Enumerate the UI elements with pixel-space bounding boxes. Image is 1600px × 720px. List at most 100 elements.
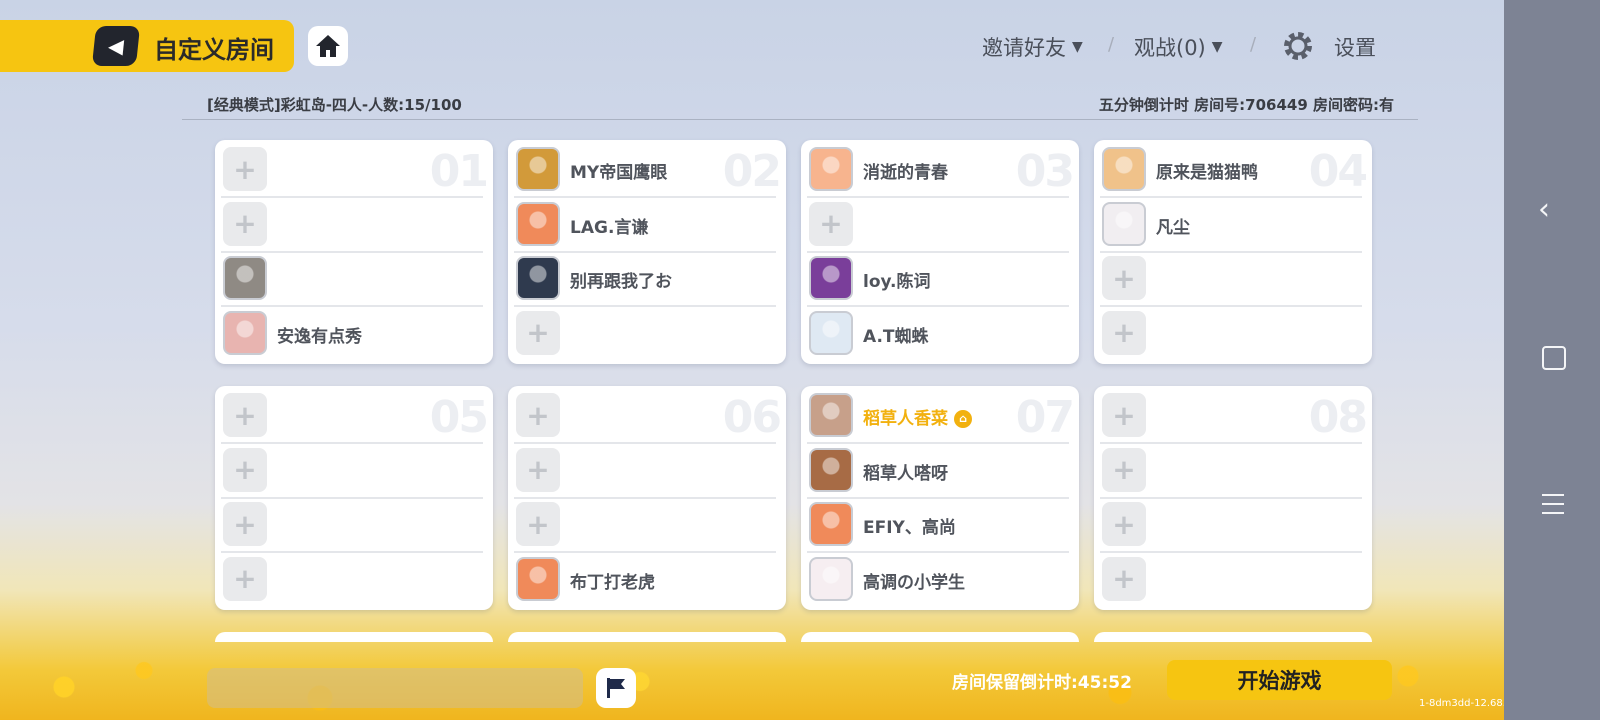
player-slot[interactable]: 原来是猫猫鸭 [1100,142,1362,198]
player-name: EFIY、高尚 [863,513,956,538]
player-name: 高调の小学生 [863,568,965,593]
player-slot[interactable]: + [221,552,483,606]
back-button[interactable]: ◀ [91,26,141,66]
add-player-icon[interactable]: + [516,502,560,546]
flag-button[interactable] [596,668,636,708]
add-player-icon[interactable]: + [1102,502,1146,546]
add-player-icon[interactable]: + [223,147,267,191]
player-slot[interactable]: loy.陈词 [807,251,1069,307]
cat-avatar [223,256,267,300]
start-game-button[interactable]: 开始游戏 [1167,660,1392,700]
add-player-icon[interactable]: + [223,556,267,601]
player-slot[interactable]: + [221,388,483,444]
player-slot[interactable]: 凡尘 [1100,197,1362,253]
player-slot[interactable]: + [221,443,483,499]
player-slot[interactable]: 布丁打老虎 [514,552,776,606]
player-slot[interactable]: MY帝国鹰眼 [514,142,776,198]
player-slot[interactable]: + [1100,388,1362,444]
add-player-icon[interactable]: + [809,201,853,246]
flag-icon [607,678,625,698]
player-slot[interactable]: + [1100,306,1362,360]
room-owner-icon: ⌂ [954,410,972,428]
add-player-icon[interactable]: + [516,393,560,437]
player-name-text: EFIY、高尚 [863,518,956,538]
player-name: A.T蜘蛛 [863,322,929,347]
player-slot[interactable]: + [1100,497,1362,553]
system-recents-icon[interactable] [1542,494,1564,514]
anime-avatar [1102,147,1146,191]
gear-icon[interactable] [1282,30,1314,62]
system-home-icon[interactable] [1542,346,1566,370]
player-slot[interactable]: + [221,497,483,553]
add-player-icon[interactable]: + [1102,310,1146,355]
add-player-icon[interactable]: + [1102,256,1146,300]
player-slot[interactable]: EFIY、高尚 [807,497,1069,553]
team-card: 02 MY帝国鹰眼 LAG.言谦 别再跟我了お + [508,140,786,364]
player-name: 凡尘 [1156,213,1190,238]
settings-button[interactable]: 设置 [1334,32,1376,62]
home-icon [316,35,340,57]
add-player-icon[interactable]: + [223,447,267,492]
purple-avatar [809,256,853,300]
player-slot[interactable]: 稻草人嗒呀 [807,443,1069,499]
room-status-info: 五分钟倒计时 房间号:706449 房间密码:有 [1098,96,1394,114]
chevron-down-icon: ▼ [1211,39,1223,55]
add-player-icon[interactable]: + [516,447,560,492]
player-slot[interactable]: + [514,497,776,553]
home-button[interactable] [308,26,348,66]
player-slot[interactable]: + [807,197,1069,253]
player-name: 别再跟我了お [570,267,672,292]
player-name-text: MY帝国鹰眼 [570,163,668,183]
player-slot[interactable]: + [514,306,776,360]
player-name: loy.陈词 [863,267,931,292]
team-card: 04 原来是猫猫鸭 凡尘 + + [1094,140,1372,364]
team-card-partial [215,632,493,642]
team-card: 05 + + + + [215,386,493,610]
team-card: 01 + + 安逸有点秀 [215,140,493,364]
add-player-icon[interactable]: + [223,393,267,437]
player-slot[interactable]: 安逸有点秀 [221,306,483,360]
invite-friends-dropdown[interactable]: 邀请好友 ▼ [982,32,1083,62]
player-slot[interactable]: 消逝的青春 [807,142,1069,198]
player-name: 消逝的青春 [863,158,948,183]
player-slot[interactable]: + [221,142,483,198]
team-card: 03 消逝的青春 + loy.陈词 A.T蜘蛛 [801,140,1079,364]
player-slot[interactable]: 稻草人香菜 ⌂ [807,388,1069,444]
chat-input[interactable] [207,668,583,708]
player-slot[interactable]: + [514,443,776,499]
dark-avatar [516,256,560,300]
player-slot[interactable]: 别再跟我了お [514,251,776,307]
spectate-dropdown[interactable]: 观战(0) ▼ [1134,32,1223,62]
room-mode-info: [经典模式]彩虹岛-四人-人数:15/100 [207,96,462,114]
back-arrow-icon: ◀ [107,34,125,58]
tiger-avatar [516,556,560,601]
player-slot[interactable]: + [1100,552,1362,606]
add-player-icon[interactable]: + [1102,447,1146,492]
team-card-partial [1094,632,1372,642]
player-slot[interactable]: + [221,197,483,253]
add-player-icon[interactable]: + [516,310,560,355]
add-player-icon[interactable]: + [223,201,267,246]
divider [182,119,1418,120]
player-slot[interactable]: + [514,388,776,444]
player-name-text: 高调の小学生 [863,572,965,593]
player-slot[interactable]: + [1100,443,1362,499]
player-slot[interactable]: LAG.言谦 [514,197,776,253]
add-player-icon[interactable]: + [1102,556,1146,601]
soldier-avatar [516,147,560,191]
player-slot[interactable]: A.T蜘蛛 [807,306,1069,360]
fish-avatar [809,310,853,355]
system-back-icon[interactable]: ‹ [1538,192,1550,227]
player-slot[interactable]: 高调の小学生 [807,552,1069,606]
player-name: LAG.言谦 [570,213,648,238]
player-name: 安逸有点秀 [277,322,362,347]
player-name-text: 安逸有点秀 [277,326,362,347]
player-name: MY帝国鹰眼 [570,158,667,183]
player-slot[interactable]: + [1100,251,1362,307]
add-player-icon[interactable]: + [223,502,267,546]
scarecrow-avatar [809,393,853,437]
add-player-icon[interactable]: + [1102,393,1146,437]
tiger-avatar [809,502,853,546]
player-slot[interactable] [221,251,483,307]
team-card: 06 + + + 布丁打老虎 [508,386,786,610]
